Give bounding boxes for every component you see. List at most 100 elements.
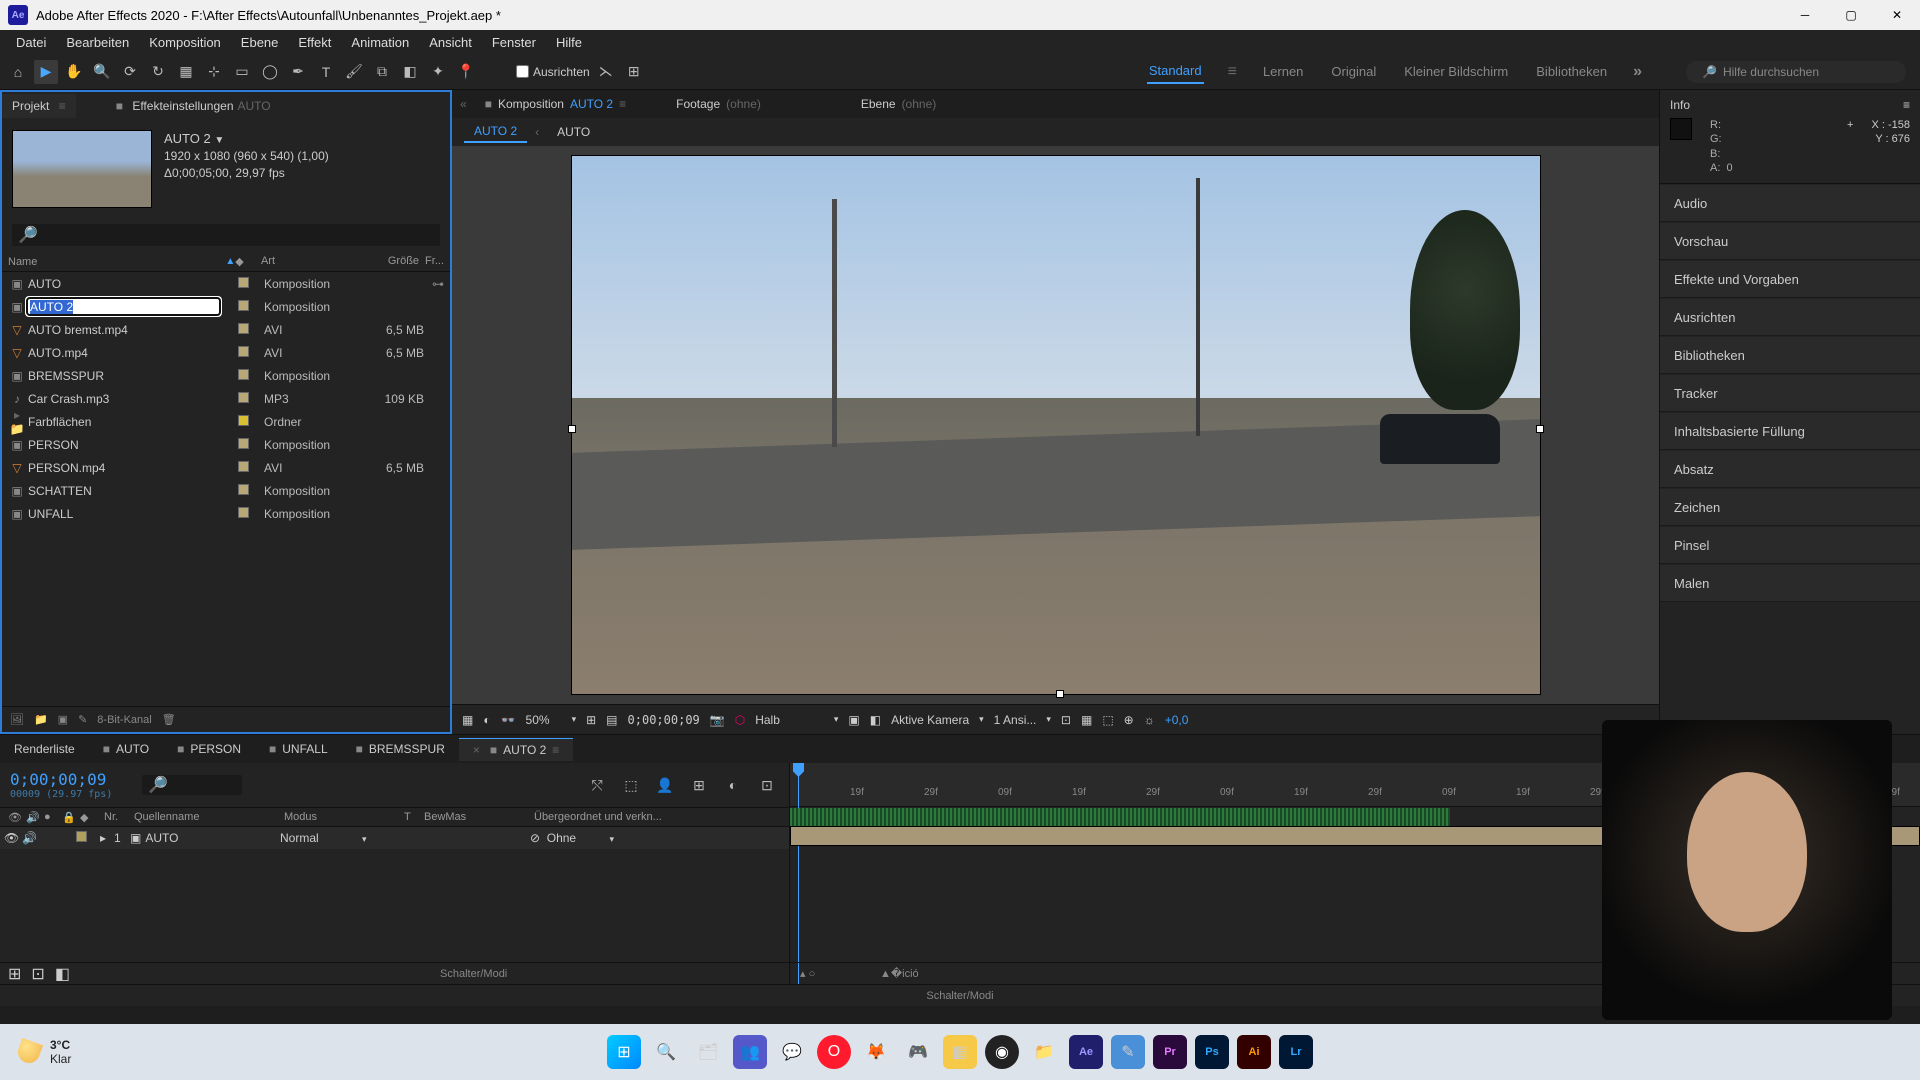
guides-icon[interactable]: ▤: [606, 713, 617, 727]
nested-comp-auto[interactable]: AUTO: [547, 122, 600, 142]
panel-pinsel[interactable]: Pinsel: [1660, 527, 1920, 564]
frameblend-icon[interactable]: ⊞: [687, 773, 711, 797]
layer-eye[interactable]: 👁: [0, 831, 18, 845]
switches-label[interactable]: Schalter/Modi: [440, 968, 507, 980]
project-item[interactable]: ▣BREMSSPURKomposition: [2, 364, 450, 387]
timeline-tab[interactable]: ■BREMSSPUR: [342, 738, 459, 760]
ws-lernen[interactable]: Lernen: [1261, 60, 1305, 83]
exposure-icon[interactable]: ☼: [1144, 713, 1155, 727]
project-item[interactable]: ▽AUTO bremst.mp4AVI6,5 MB: [2, 318, 450, 341]
hand-tool[interactable]: ✋: [62, 60, 86, 84]
new-folder-icon[interactable]: 📁: [34, 713, 48, 726]
toggle-switches-icon[interactable]: ⊞: [8, 964, 21, 984]
menu-hilfe[interactable]: Hilfe: [546, 32, 592, 53]
timeline-tab[interactable]: ■PERSON: [163, 738, 255, 760]
panel-effekte-und-vorgaben[interactable]: Effekte und Vorgaben: [1660, 261, 1920, 298]
taskbar-teams[interactable]: 👥: [733, 1035, 767, 1069]
project-item[interactable]: ▣SCHATTENKomposition: [2, 479, 450, 502]
audio-col[interactable]: 🔊: [22, 811, 40, 824]
col-name[interactable]: Name: [8, 256, 37, 268]
timeline-tab[interactable]: Renderliste: [0, 738, 89, 760]
col-parent[interactable]: Übergeordnet und verkn...: [530, 811, 785, 823]
mask-icon[interactable]: 👓: [501, 713, 516, 727]
bpc-label[interactable]: 8-Bit-Kanal: [97, 714, 151, 726]
taskbar-app2[interactable]: ▦: [943, 1035, 977, 1069]
minimize-button[interactable]: ─: [1782, 0, 1828, 30]
ws-original[interactable]: Original: [1329, 60, 1378, 83]
col-swatch[interactable]: ◆: [235, 255, 261, 268]
start-button[interactable]: ⊞: [607, 1035, 641, 1069]
graph-icon[interactable]: ⊡: [755, 773, 779, 797]
channel-icon[interactable]: ⬡: [735, 713, 745, 727]
project-item[interactable]: ▣PERSONKomposition: [2, 433, 450, 456]
camera-tool[interactable]: ▦: [174, 60, 198, 84]
puppet-tool[interactable]: 📍: [454, 60, 478, 84]
comp-flowchart-icon[interactable]: ⤲: [585, 773, 609, 797]
ws-standard[interactable]: Standard: [1147, 59, 1204, 84]
clone-tool[interactable]: ⧉: [370, 60, 394, 84]
project-item[interactable]: ▣Komposition: [2, 295, 450, 318]
current-timecode[interactable]: 0;00;00;09: [10, 770, 112, 789]
rotate-tool[interactable]: ↻: [146, 60, 170, 84]
resolution-dropdown[interactable]: Halb▾: [755, 713, 838, 727]
project-item[interactable]: ♪Car Crash.mp3MP3109 KB: [2, 387, 450, 410]
col-source[interactable]: Quellenname: [130, 811, 280, 823]
timeline-tab[interactable]: ×■ AUTO 2 ≡: [459, 738, 573, 761]
taskbar-obs[interactable]: ◉: [985, 1035, 1019, 1069]
fast-icon[interactable]: ▦: [1081, 713, 1092, 727]
transparency-icon[interactable]: ▣: [848, 713, 859, 727]
ws-kleiner[interactable]: Kleiner Bildschirm: [1402, 60, 1510, 83]
project-item[interactable]: ▽PERSON.mp4AVI6,5 MB: [2, 456, 450, 479]
eye-col[interactable]: 👁: [4, 811, 22, 824]
camera-dropdown[interactable]: Aktive Kamera▾: [891, 713, 984, 727]
draft3d-icon[interactable]: ⬚: [619, 773, 643, 797]
project-item[interactable]: ▽AUTO.mp4AVI6,5 MB: [2, 341, 450, 364]
taskbar-opera[interactable]: O: [817, 1035, 851, 1069]
timecode-display[interactable]: 0;00;00;09: [628, 713, 700, 727]
taskbar-search[interactable]: 🔍: [649, 1035, 683, 1069]
label-col[interactable]: ◆: [76, 811, 100, 824]
menu-ansicht[interactable]: Ansicht: [419, 32, 482, 53]
close-button[interactable]: ✕: [1874, 0, 1920, 30]
orbit-tool[interactable]: ⟳: [118, 60, 142, 84]
rename-input[interactable]: [26, 297, 221, 316]
project-item[interactable]: ▸ 📁FarbflächenOrdner: [2, 410, 450, 433]
ellipse-tool[interactable]: ◯: [258, 60, 282, 84]
adjust-icon[interactable]: ✎: [78, 713, 87, 726]
col-type[interactable]: Art: [261, 255, 360, 268]
taskbar-explorer[interactable]: 🗂: [691, 1035, 725, 1069]
taskbar-app3[interactable]: ✎: [1111, 1035, 1145, 1069]
menu-ebene[interactable]: Ebene: [231, 32, 289, 53]
timeline-layer-row[interactable]: 👁 🔊 ▸ 1 ▣AUTO Normal ▾ ⊘ Ohne ▾: [0, 827, 789, 849]
taskbar-firefox[interactable]: 🦊: [859, 1035, 893, 1069]
taskbar-ae[interactable]: Ae: [1069, 1035, 1103, 1069]
project-item[interactable]: ▣AUTOKomposition⊶: [2, 272, 450, 295]
panel-inhaltsbasierte-füllung[interactable]: Inhaltsbasierte Füllung: [1660, 413, 1920, 450]
res-icon[interactable]: ◐: [483, 713, 490, 727]
zoom-dropdown[interactable]: 50%▾: [526, 713, 577, 727]
roto-tool[interactable]: ✦: [426, 60, 450, 84]
taskbar-ps[interactable]: Ps: [1195, 1035, 1229, 1069]
panel-malen[interactable]: Malen: [1660, 565, 1920, 602]
project-item[interactable]: ▣UNFALLKomposition: [2, 502, 450, 525]
shy-icon[interactable]: 👤: [653, 773, 677, 797]
selection-tool[interactable]: ▶: [34, 60, 58, 84]
help-search[interactable]: 🔎 Hilfe durchsuchen: [1686, 61, 1906, 83]
ws-biblio[interactable]: Bibliotheken: [1534, 60, 1609, 83]
menu-bearbeiten[interactable]: Bearbeiten: [56, 32, 139, 53]
viewer-canvas[interactable]: [452, 146, 1659, 704]
panel-vorschau[interactable]: Vorschau: [1660, 223, 1920, 260]
tab-composition[interactable]: ■ Komposition AUTO 2 ≡: [475, 93, 636, 115]
toggle-modes-icon[interactable]: ⊡: [31, 964, 44, 984]
playhead[interactable]: [798, 763, 799, 984]
exposure-value[interactable]: +0,0: [1165, 713, 1189, 727]
taskbar-app1[interactable]: 🎮: [901, 1035, 935, 1069]
timeline-search[interactable]: 🔎: [142, 775, 242, 795]
tab-effect-controls[interactable]: ■ EffekteinstellungenAUTO: [106, 94, 281, 118]
snap-opts-icon[interactable]: ⋋: [594, 60, 618, 84]
panel-ausrichten[interactable]: Ausrichten: [1660, 299, 1920, 336]
snapshot-icon[interactable]: 📷: [710, 713, 725, 727]
nested-comp-auto2[interactable]: AUTO 2: [464, 121, 527, 143]
toggle-pane-icon[interactable]: ◧: [55, 964, 70, 984]
menu-fenster[interactable]: Fenster: [482, 32, 546, 53]
